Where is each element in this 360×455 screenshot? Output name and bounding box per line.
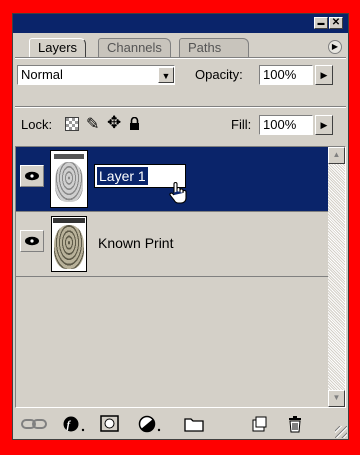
lock-all-icon[interactable] (129, 116, 140, 130)
flyout-menu-arrow-icon: ▶ (331, 42, 339, 51)
eye-icon (25, 171, 39, 181)
lock-transparent-pixels-icon[interactable] (65, 117, 79, 131)
layer-name: Known Print (98, 235, 174, 251)
blend-mode-dropdown-button[interactable]: ▼ (158, 67, 174, 83)
fill-slider-button[interactable]: ▶ (315, 115, 333, 135)
tabs-divider (15, 57, 346, 59)
panel-title-bar[interactable]: ▬ ✕ (13, 14, 348, 33)
options-divider (15, 106, 346, 108)
layer-thumbnail (50, 150, 88, 208)
lock-fill-row: Lock: ✎ ✥ Fill: 100% ▶ (13, 113, 348, 139)
new-adjustment-layer-icon[interactable] (137, 415, 163, 433)
blend-mode-select[interactable]: Normal (17, 65, 175, 85)
scroll-up-button[interactable]: ▲ (328, 147, 345, 164)
layers-list: Layer 1 Known Print ▲ ▼ (15, 146, 346, 408)
link-layers-icon[interactable] (21, 415, 47, 433)
fill-input[interactable]: 100% (259, 115, 313, 135)
new-group-icon[interactable] (183, 415, 205, 433)
blend-mode-value: Normal (21, 67, 63, 82)
eye-icon (25, 236, 39, 246)
layer-name-input-text: Layer 1 (97, 167, 148, 185)
scroll-down-button[interactable]: ▼ (328, 390, 345, 407)
opacity-slider-button[interactable]: ▶ (315, 65, 333, 85)
fill-label: Fill: (231, 117, 252, 132)
panel-tabs: Layers Channels Paths ▶ (13, 33, 348, 57)
layer-style-icon[interactable]: f (61, 415, 87, 433)
layer-row-layer-1[interactable]: Layer 1 (16, 147, 328, 212)
fill-value: 100% (263, 117, 297, 132)
visibility-toggle[interactable] (20, 165, 44, 187)
layer-row-known-print[interactable]: Known Print (16, 212, 328, 277)
opacity-input[interactable]: 100% (259, 65, 313, 85)
chevron-down-icon: ▼ (161, 71, 171, 81)
flyout-arrow-icon: ▶ (320, 120, 328, 130)
layers-panel: ▬ ✕ Layers Channels Paths ▶ Normal ▼ Opa… (12, 13, 349, 440)
lock-position-icon[interactable]: ✥ (107, 113, 121, 133)
layers-bottom-toolbar: f (13, 410, 348, 439)
flyout-arrow-icon: ▶ (320, 70, 328, 80)
arrow-up-icon: ▲ (332, 150, 341, 159)
visibility-toggle[interactable] (20, 230, 44, 252)
new-layer-icon[interactable] (249, 415, 269, 433)
layers-scrollbar[interactable]: ▲ ▼ (328, 147, 345, 407)
lock-image-pixels-icon[interactable]: ✎ (86, 114, 99, 134)
minimize-icon: ▬ (317, 20, 325, 27)
layer-thumbnail (51, 216, 87, 272)
minimize-button[interactable]: ▬ (314, 17, 328, 29)
panel-menu-button[interactable]: ▶ (328, 40, 342, 54)
close-icon: ✕ (331, 17, 341, 28)
opacity-label: Opacity: (195, 67, 243, 82)
resize-grip[interactable] (335, 426, 347, 438)
opacity-value: 100% (263, 67, 297, 82)
lock-label: Lock: (21, 117, 53, 132)
delete-layer-icon[interactable] (285, 415, 305, 433)
tab-channels[interactable]: Channels (98, 38, 171, 57)
tab-paths[interactable]: Paths (179, 38, 249, 57)
close-button[interactable]: ✕ (329, 17, 343, 29)
arrow-down-icon: ▼ (332, 393, 341, 402)
tab-layers[interactable]: Layers (29, 38, 87, 57)
add-mask-icon[interactable] (99, 415, 121, 433)
hand-cursor-icon (169, 182, 187, 204)
blend-opacity-row: Normal ▼ Opacity: 100% ▶ (13, 62, 348, 88)
